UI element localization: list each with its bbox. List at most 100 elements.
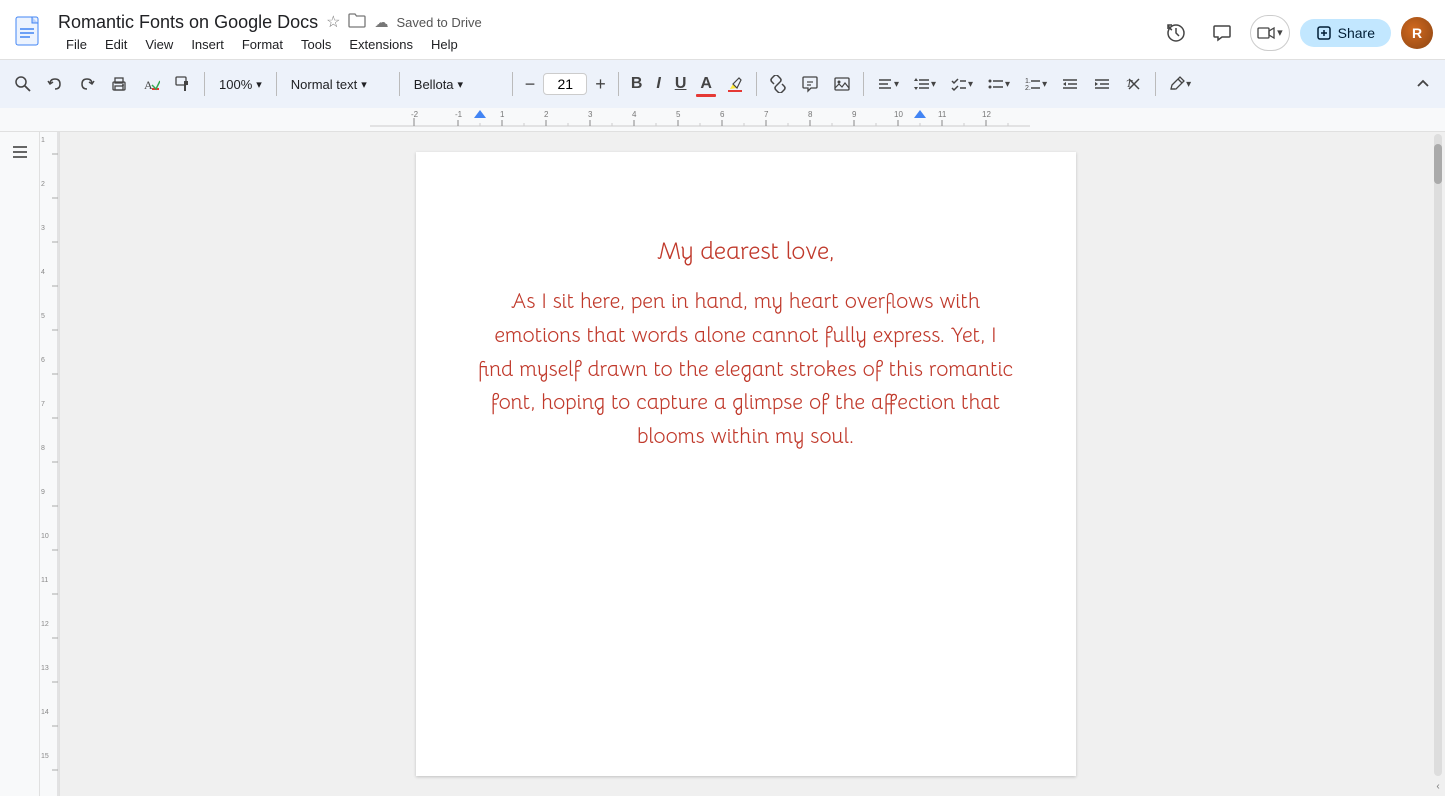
bullet-list-button[interactable]: ▾ [981,71,1016,97]
separator-7 [863,72,864,96]
checklist-button[interactable]: ▾ [944,71,979,97]
highlight-button[interactable] [720,71,750,97]
svg-text:1.: 1. [1025,78,1031,85]
bold-button[interactable]: B [625,71,649,97]
svg-text:14: 14 [41,709,49,716]
history-button[interactable] [1158,15,1194,51]
insert-comment-button[interactable] [795,71,825,97]
svg-text:A: A [144,78,153,92]
menu-insert[interactable]: Insert [183,35,232,54]
indent-increase-button[interactable] [1087,71,1117,97]
svg-text:2.: 2. [1025,85,1031,92]
font-dropdown[interactable]: Bellota ▾ [406,73,506,96]
doc-title[interactable]: Romantic Fonts on Google Docs [58,12,318,33]
font-color-icon: A [700,75,712,93]
font-value: Bellota [414,77,454,92]
document-area[interactable]: My dearest love, As I sit here, pen in h… [60,132,1431,796]
svg-text:10: 10 [41,533,49,540]
separator-4 [512,72,513,96]
menu-tools[interactable]: Tools [293,35,339,54]
svg-text:4: 4 [632,110,637,119]
svg-text:8: 8 [808,110,813,119]
font-chevron: ▾ [458,78,464,91]
menu-extensions[interactable]: Extensions [341,35,421,54]
menu-view[interactable]: View [137,35,181,54]
scrollbar[interactable]: ‹ [1431,132,1445,796]
menu-edit[interactable]: Edit [97,35,135,54]
zoom-dropdown[interactable]: 100% ▾ [211,73,270,96]
line-spacing-button[interactable]: ▾ [907,71,942,97]
title-bar: Romantic Fonts on Google Docs ☆ ☁ Saved … [0,0,1445,60]
doc-title-row: Romantic Fonts on Google Docs ☆ ☁ Saved … [58,12,1158,33]
ruler: -2 -1 1 2 3 4 5 [370,110,1445,130]
separator-3 [399,72,400,96]
svg-text:3: 3 [588,110,593,119]
clear-formatting-button[interactable]: T [1119,71,1149,97]
expand-handle[interactable]: ‹ [1431,776,1445,796]
svg-text:12: 12 [982,110,991,119]
menu-format[interactable]: Format [234,35,291,54]
font-size-decrease-button[interactable]: − [519,70,542,99]
style-value: Normal text [291,77,357,92]
svg-text:-1: -1 [455,110,463,119]
collapse-toolbar-button[interactable] [1409,72,1437,96]
font-size-increase-button[interactable]: + [589,70,612,99]
style-dropdown[interactable]: Normal text ▾ [283,73,393,96]
scroll-track[interactable] [1434,134,1442,776]
svg-text:2: 2 [544,110,549,119]
separator-8 [1155,72,1156,96]
print-button[interactable] [104,71,134,97]
paint-format-button[interactable] [168,71,198,97]
search-button[interactable] [8,71,38,97]
style-chevron: ▾ [361,78,367,91]
underline-button[interactable]: U [669,71,693,97]
zoom-value: 100% [219,77,252,92]
doc-body: As I sit here, pen in hand, my heart ove… [476,286,1016,454]
svg-text:10: 10 [894,110,903,119]
italic-button[interactable]: I [650,71,666,97]
share-button[interactable]: Share [1300,19,1391,47]
outline-toggle-button[interactable] [10,142,30,167]
svg-text:5: 5 [676,110,681,119]
svg-text:5: 5 [41,313,45,320]
separator-1 [204,72,205,96]
user-avatar[interactable]: R [1401,17,1433,49]
left-panel [0,132,40,796]
separator-2 [276,72,277,96]
meet-button[interactable]: ▾ [1250,15,1290,51]
font-color-bar [696,94,716,97]
saved-to-drive: Saved to Drive [396,15,481,30]
numbered-list-button[interactable]: 1.2. ▾ [1018,71,1053,97]
scroll-thumb[interactable] [1434,144,1442,184]
ruler-svg: -2 -1 1 2 3 4 5 [370,110,1030,130]
menu-help[interactable]: Help [423,35,466,54]
indent-decrease-button[interactable] [1055,71,1085,97]
redo-button[interactable] [72,71,102,97]
svg-text:1: 1 [41,137,45,144]
folder-icon[interactable] [348,13,366,32]
separator-5 [618,72,619,96]
font-size-input[interactable]: 21 [543,73,587,95]
insert-image-button[interactable] [827,71,857,97]
align-button[interactable]: ▾ [870,71,905,97]
comment-button[interactable] [1204,15,1240,51]
svg-text:11: 11 [938,110,947,119]
meet-chevron: ▾ [1277,26,1283,39]
svg-text:7: 7 [764,110,769,119]
spellcheck-button[interactable]: A [136,71,166,97]
svg-text:3: 3 [41,225,45,232]
menu-bar: File Edit View Insert Format Tools Exten… [58,35,1158,54]
font-color-button[interactable]: A [694,71,718,97]
menu-file[interactable]: File [58,35,95,54]
document-content[interactable]: My dearest love, As I sit here, pen in h… [476,232,1016,454]
undo-button[interactable] [40,71,70,97]
svg-text:T: T [1126,78,1133,90]
svg-text:13: 13 [41,665,49,672]
svg-text:9: 9 [41,489,45,496]
link-button[interactable] [763,71,793,97]
star-icon[interactable]: ☆ [326,12,340,32]
svg-text:11: 11 [41,577,48,584]
zoom-chevron: ▾ [256,78,262,91]
edit-mode-button[interactable]: ▾ [1162,71,1197,97]
cloud-saved-icon: ☁ [374,14,388,31]
